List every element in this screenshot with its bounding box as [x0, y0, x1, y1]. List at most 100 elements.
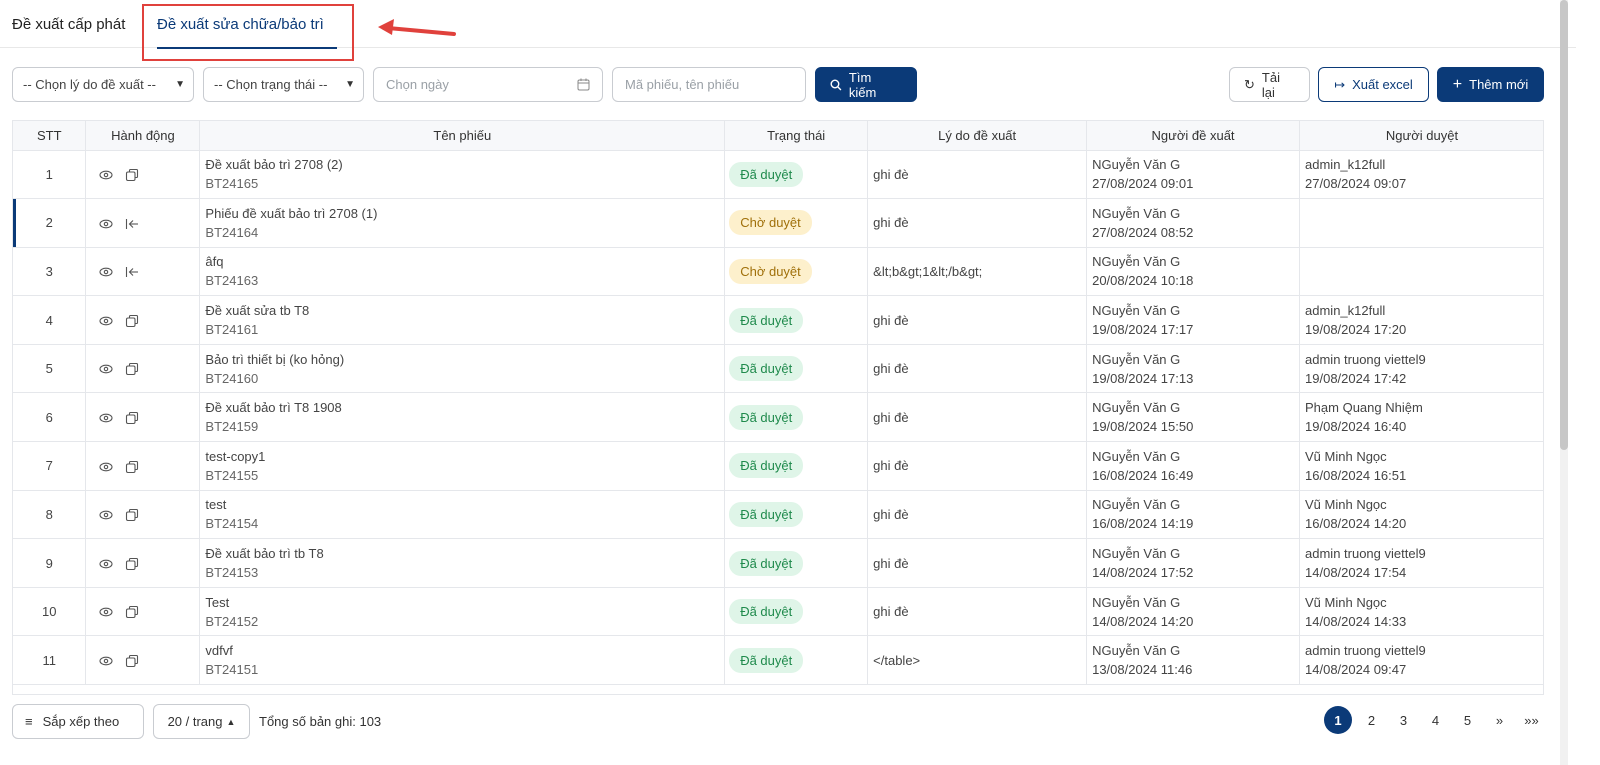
view-eye-icon[interactable]	[99, 411, 114, 425]
copy-icon[interactable]	[125, 654, 139, 668]
table-footer: ≡ Sắp xếp theo 20 / trang ▲ Tổng số bản …	[0, 704, 1600, 740]
cell-actions	[85, 295, 201, 345]
proposer-time: 19/08/2024 17:13	[1092, 370, 1194, 386]
view-eye-icon[interactable]	[99, 605, 114, 619]
proposer-time: 19/08/2024 17:17	[1092, 322, 1194, 338]
view-eye-icon[interactable]	[99, 217, 114, 231]
proposal-code: BT24153	[205, 565, 259, 581]
page-1-button[interactable]: 1	[1324, 706, 1352, 734]
table-row[interactable]: 5 Bảo trì thiết bị (ko hỏng) BT24160 Đã duy…	[13, 344, 1543, 394]
table-row[interactable]: 11 vdfvf BT24151 Đã duyệt </table> NGuyễn Văn…	[13, 635, 1543, 686]
table-row[interactable]: 10 Test BT24152 Đã duyệt ghi đè NGuyễn Văn G1…	[13, 587, 1543, 637]
page-2-button[interactable]: 2	[1359, 706, 1384, 734]
view-eye-icon[interactable]	[99, 314, 114, 328]
column-header-actions[interactable]: Hành động	[85, 121, 201, 151]
view-eye-icon[interactable]	[99, 654, 114, 668]
cell-name: âfq BT24163	[199, 247, 726, 297]
approver-time: 19/08/2024 17:20	[1305, 322, 1407, 338]
proposal-name[interactable]: Phiếu đề xuất bảo trì 2708 (1)	[205, 204, 724, 223]
proposal-name[interactable]: Đề xuất bảo trì 2708 (2)	[205, 155, 724, 174]
cell-approver: admin truong viettel9 14/08/2024 17:54	[1299, 538, 1543, 588]
table-row[interactable]: 9 Đề xuất bảo trì tb T8 BT24153 Đã duyệt ghi…	[13, 538, 1543, 588]
cell-actions	[85, 635, 201, 686]
proposal-name[interactable]: test	[205, 495, 724, 514]
status-select[interactable]: -- Chọn trạng thái -- ▼	[203, 67, 364, 102]
page-3-button[interactable]: 3	[1391, 706, 1416, 734]
copy-icon[interactable]	[125, 314, 139, 328]
refresh-icon: ↻	[1244, 76, 1255, 92]
proposal-name[interactable]: vdfvf	[205, 641, 724, 660]
cell-reason: ghi đè	[867, 392, 1088, 443]
proposal-name[interactable]: Test	[205, 593, 724, 612]
chevron-down-icon: ▼	[345, 79, 355, 90]
search-button-label: Tìm kiếm	[848, 69, 877, 100]
table-row[interactable]: 6 Đề xuất bảo trì T8 1908 BT24159 Đã duyệt g…	[13, 392, 1543, 443]
cell-proposer: NGuyễn Văn G 14/08/2024 17:52	[1086, 538, 1301, 588]
plus-icon: +	[1452, 75, 1463, 93]
filter-bar: -- Chọn lý do đề xuất -- ▼ -- Chọn trạng…	[0, 67, 1600, 103]
copy-icon[interactable]	[125, 508, 139, 522]
page-size-select[interactable]: 20 / trang ▲	[153, 704, 250, 739]
next-page-button[interactable]: »	[1487, 706, 1512, 734]
copy-icon[interactable]	[125, 362, 139, 376]
view-eye-icon[interactable]	[99, 460, 114, 474]
table-row[interactable]: 7 test-copy1 BT24155 Đã duyệt ghi đè NGuyễn V…	[13, 441, 1543, 491]
copy-icon[interactable]	[125, 411, 139, 425]
add-new-button[interactable]: + Thêm mới	[1437, 67, 1544, 102]
table-row[interactable]: 1 Đề xuất bảo trì 2708 (2) BT24165 Đã duyệt…	[13, 150, 1543, 200]
column-header-name[interactable]: Tên phiếu	[199, 121, 726, 151]
column-header-status[interactable]: Trạng thái	[724, 121, 869, 151]
revert-icon[interactable]	[125, 265, 139, 279]
scrollbar-thumb[interactable]	[1560, 0, 1568, 450]
copy-icon[interactable]	[125, 605, 139, 619]
proposal-name[interactable]: Đề xuất bảo trì T8 1908	[205, 398, 724, 417]
proposal-code: BT24161	[205, 322, 259, 338]
table-row[interactable]: 4 Đề xuất sửa tb T8 BT24161 Đã duyệt ghi đè N…	[13, 295, 1543, 345]
proposal-name[interactable]: test-copy1	[205, 447, 724, 466]
view-eye-icon[interactable]	[99, 265, 114, 279]
reason-select[interactable]: -- Chọn lý do đề xuất -- ▼	[12, 67, 194, 102]
tab-allocation-proposal[interactable]: Đề xuất cấp phát	[12, 16, 125, 33]
sort-by-button[interactable]: ≡ Sắp xếp theo	[12, 704, 144, 739]
proposal-name[interactable]: âfq	[205, 252, 724, 271]
table-row[interactable]: 8 test BT24154 Đã duyệt ghi đè NGuyễn Văn G 16…	[13, 490, 1543, 540]
page-4-button[interactable]: 4	[1423, 706, 1448, 734]
reload-button[interactable]: ↻ Tải lại	[1229, 67, 1310, 102]
last-page-button[interactable]: »»	[1519, 706, 1544, 734]
page-size-value: 20 / trang	[167, 714, 223, 729]
proposal-name[interactable]: Bảo trì thiết bị (ko hỏng)	[205, 350, 724, 369]
proposal-name[interactable]: Đề xuất sửa tb T8	[205, 301, 724, 320]
date-picker-input[interactable]: Chọn ngày	[373, 67, 603, 102]
view-eye-icon[interactable]	[99, 168, 114, 182]
cell-approver: admin truong viettel9 14/08/2024 09:47	[1299, 635, 1543, 686]
proposal-code: BT24165	[205, 176, 259, 192]
copy-icon[interactable]	[125, 557, 139, 571]
cell-reason: </table>	[867, 635, 1088, 686]
cell-stt: 9	[13, 538, 87, 588]
column-header-stt[interactable]: STT	[13, 121, 87, 151]
approver-name: admin truong viettel9	[1305, 351, 1426, 367]
column-header-reason[interactable]: Lý do đề xuất	[867, 121, 1088, 151]
approver-name: admin_k12full	[1305, 303, 1386, 319]
proposer-name: NGuyễn Văn G	[1092, 594, 1181, 610]
view-eye-icon[interactable]	[99, 508, 114, 522]
revert-icon[interactable]	[125, 217, 139, 231]
table-row[interactable]: 2 Phiếu đề xuất bảo trì 2708 (1) BT24164 Ch…	[13, 198, 1543, 248]
copy-icon[interactable]	[125, 168, 139, 182]
export-excel-button[interactable]: ↦ Xuất excel	[1318, 67, 1429, 102]
column-header-proposer[interactable]: Người đề xuất	[1086, 121, 1301, 151]
approver-time: 27/08/2024 09:07	[1305, 176, 1407, 192]
view-eye-icon[interactable]	[99, 557, 114, 571]
cell-proposer: NGuyễn Văn G 19/08/2024 15:50	[1086, 392, 1301, 443]
search-button[interactable]: Tìm kiếm	[815, 67, 917, 102]
cell-reason: ghi đè	[867, 198, 1088, 248]
view-eye-icon[interactable]	[99, 362, 114, 376]
proposal-name[interactable]: Đề xuất bảo trì tb T8	[205, 544, 724, 563]
search-input[interactable]: Mã phiếu, tên phiếu	[612, 67, 806, 102]
table-row[interactable]: 3 âfq BT24163 Chờ duyệt &lt;b&gt;1&lt;/b&gt;…	[13, 247, 1543, 297]
copy-icon[interactable]	[125, 460, 139, 474]
page-scrollbar[interactable]	[1560, 0, 1568, 765]
approver-time: 16/08/2024 16:51	[1305, 467, 1407, 483]
column-header-approver[interactable]: Người duyệt	[1299, 121, 1543, 151]
page-5-button[interactable]: 5	[1455, 706, 1480, 734]
